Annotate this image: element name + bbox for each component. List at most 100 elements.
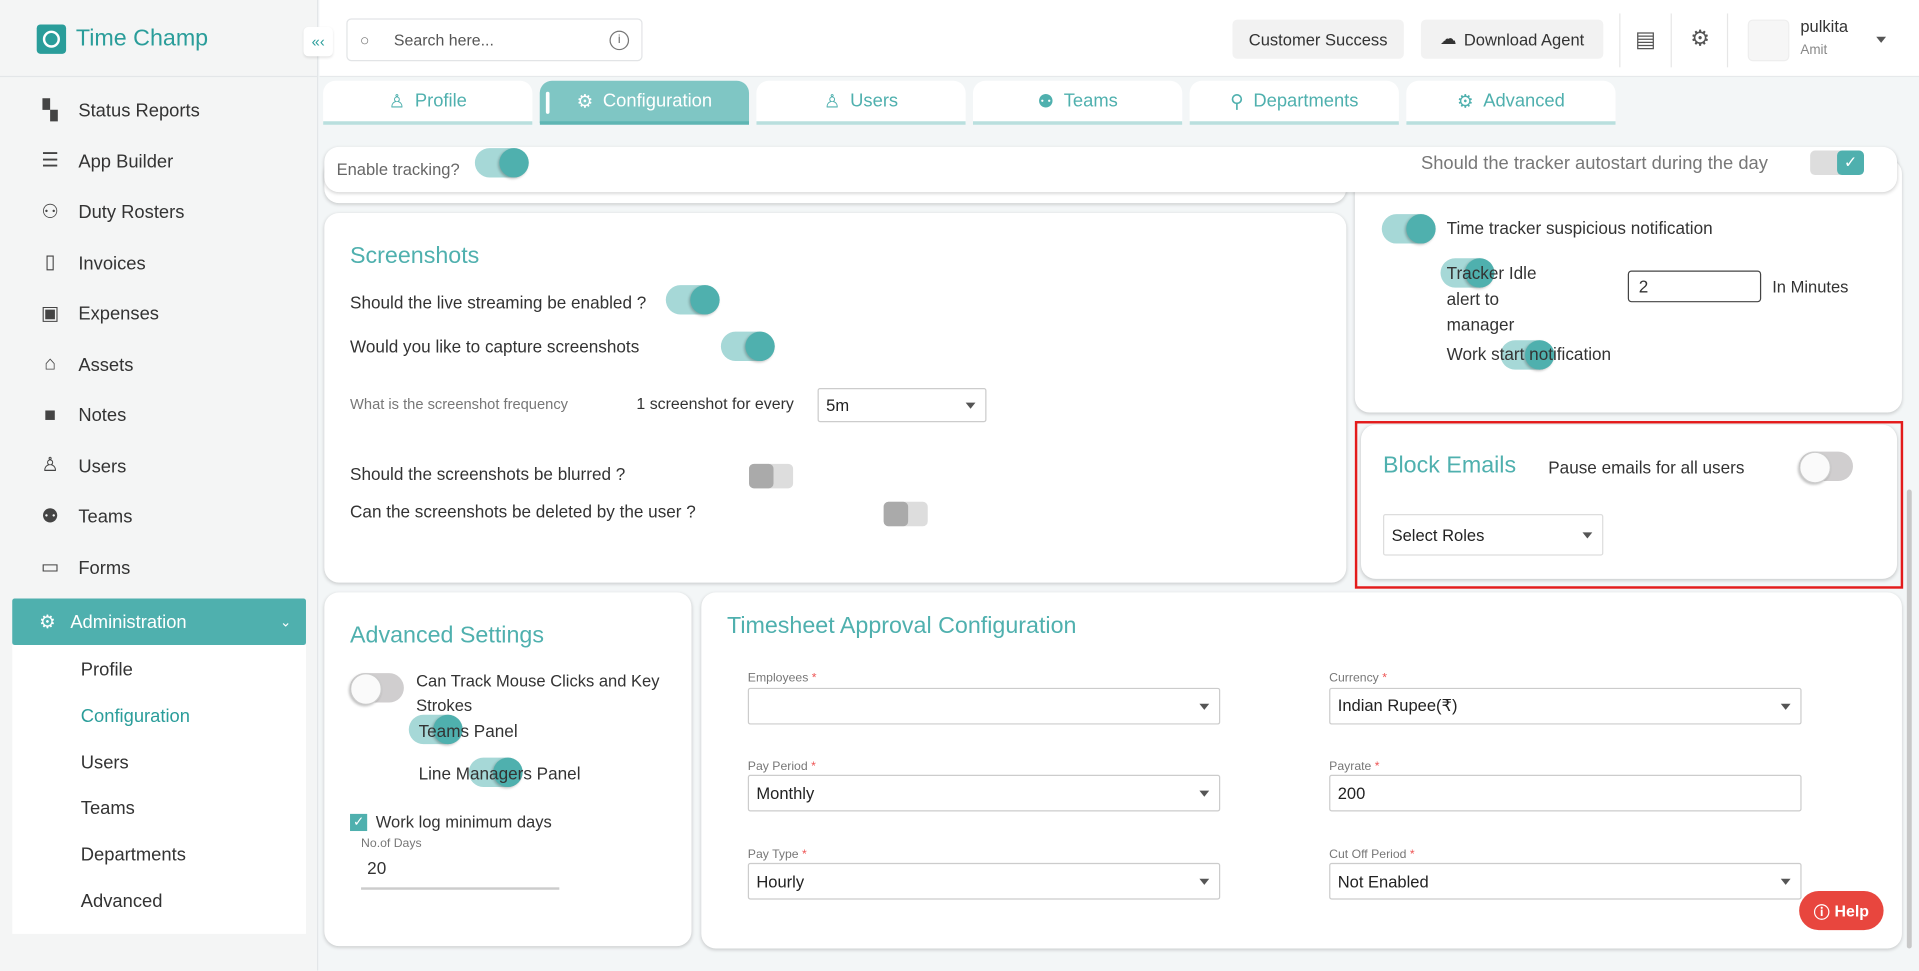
sidebar: Time Champ ▚ Status Reports ☰ App Builder … <box>0 0 319 971</box>
tab-users[interactable]: ♙ Users <box>756 80 966 125</box>
timesheet-card: Timesheet Approval Configuration Employe… <box>701 592 1902 949</box>
autostart-checkbox[interactable]: ✓ <box>1810 150 1864 176</box>
pay-period-label: Pay Period * <box>747 760 816 774</box>
blur-label: Should the screenshots be blurred ? <box>350 463 626 484</box>
sidebar-sub-teams[interactable]: Teams <box>12 786 306 832</box>
delete-toggle[interactable] <box>884 501 929 527</box>
mouse-tracking-label: Can Track Mouse Clicks and Key Strokes <box>416 671 660 715</box>
sidebar-item-label: App Builder <box>78 151 174 173</box>
sidebar-item-label: Status Reports <box>78 100 200 122</box>
help-label: Help <box>1834 901 1870 920</box>
notifications-card: Time tracker suspicious notification Tra… <box>1354 159 1902 413</box>
sidebar-item-label: Expenses <box>78 303 159 325</box>
document-icon[interactable]: ▤ <box>1635 27 1656 53</box>
tab-teams[interactable]: ⚉ Teams <box>973 80 1183 125</box>
pay-period-value: Monthly <box>756 783 815 803</box>
app-logo[interactable]: Time Champ <box>36 24 209 54</box>
capture-screenshots-toggle[interactable] <box>721 331 776 362</box>
tab-advanced[interactable]: ⚙ Advanced <box>1406 80 1616 125</box>
blur-toggle[interactable] <box>748 463 793 489</box>
user-role: Amit <box>1800 42 1828 58</box>
tab-departments[interactable]: ⚲ Departments <box>1189 80 1399 125</box>
scrollbar[interactable] <box>1906 489 1912 949</box>
tab-label: Teams <box>1063 90 1118 112</box>
receipt-icon: ☰ <box>41 150 59 172</box>
sidebar-sub-profile[interactable]: Profile <box>12 647 306 693</box>
days-input[interactable]: 20 <box>361 858 560 890</box>
check-icon: ✓ <box>1837 150 1864 176</box>
sidebar-item-duty-rosters[interactable]: ⚇ Duty Rosters <box>0 187 318 238</box>
customer-success-button[interactable]: Customer Success <box>1232 19 1404 59</box>
sidebar-item-assets[interactable]: ⌂ Assets <box>0 340 318 391</box>
help-button[interactable]: ⓘ Help <box>1799 890 1884 931</box>
mouse-tracking-toggle[interactable] <box>350 673 404 705</box>
caret-down-icon <box>1780 703 1791 710</box>
pay-type-select[interactable]: Hourly <box>747 862 1221 900</box>
button-label: Download Agent <box>1463 29 1585 49</box>
payrate-input[interactable]: 200 <box>1329 774 1802 812</box>
sidebar-item-expenses[interactable]: ▣ Expenses <box>0 289 318 340</box>
cutoff-select[interactable]: Not Enabled <box>1329 862 1802 900</box>
suspicious-notification-label: Time tracker suspicious notification <box>1446 217 1713 238</box>
idle-minutes-input[interactable]: 2 <box>1627 270 1762 303</box>
cutoff-label: Cut Off Period * <box>1329 848 1415 862</box>
live-streaming-label: Should the live streaming be enabled ? <box>350 292 647 313</box>
divider <box>1670 13 1672 68</box>
search-placeholder: Search here... <box>393 30 494 49</box>
user-menu-caret-icon[interactable] <box>1876 36 1887 43</box>
hierarchy-icon: ⚲ <box>1230 91 1244 112</box>
search-input[interactable]: ○ Search here... i <box>346 18 643 62</box>
delete-label: Can the screenshots be deleted by the us… <box>350 501 696 522</box>
caret-down-icon <box>965 402 976 409</box>
pay-period-select[interactable]: Monthly <box>747 774 1221 812</box>
advanced-settings-card: Advanced Settings Can Track Mouse Clicks… <box>324 592 692 947</box>
sidebar-sub-departments[interactable]: Departments <box>12 832 306 878</box>
capture-screenshots-label: Would you like to capture screenshots <box>350 336 640 357</box>
sidebar-item-status-reports[interactable]: ▚ Status Reports <box>0 86 318 137</box>
sidebar-sub-users[interactable]: Users <box>12 740 306 786</box>
download-agent-button[interactable]: ☁ Download Agent <box>1420 19 1604 59</box>
pay-type-label: Pay Type * <box>747 848 807 862</box>
suspicious-notification-toggle[interactable] <box>1381 214 1436 244</box>
sidebar-sub-configuration[interactable]: Configuration <box>12 694 306 740</box>
app-name: Time Champ <box>75 25 209 52</box>
days-label: No.of Days <box>361 837 422 851</box>
payrate-label: Payrate * <box>1329 760 1380 774</box>
sidebar-item-teams[interactable]: ⚉ Teams <box>0 492 318 543</box>
autostart-label: Should the tracker autostart during the … <box>1420 152 1768 174</box>
sidebar-item-users[interactable]: ♙ Users <box>0 441 318 492</box>
avatar[interactable] <box>1747 19 1790 62</box>
label-text: Pay Type <box>747 848 799 862</box>
label-text: Pay Period <box>747 760 808 774</box>
employees-select[interactable] <box>747 687 1221 725</box>
currency-select[interactable]: Indian Rupee(₹) <box>1329 687 1802 725</box>
sidebar-item-notes[interactable]: ■ Notes <box>0 390 318 441</box>
tab-profile[interactable]: ♙ Profile <box>323 80 533 125</box>
worklog-checkbox[interactable]: ✓ <box>350 813 368 832</box>
sidebar-item-forms[interactable]: ▭ Forms <box>0 543 318 594</box>
wallet-icon: ▣ <box>40 303 60 325</box>
tab-configuration[interactable]: ⚙ Configuration <box>539 80 750 125</box>
sidebar-item-label: Assets <box>78 354 134 376</box>
collapse-sidebar-button[interactable]: «‹ <box>303 26 333 57</box>
idle-unit-label: In Minutes <box>1772 277 1849 297</box>
teams-panel-label: Teams Panel <box>418 720 518 741</box>
user-name[interactable]: pulkita <box>1800 17 1848 35</box>
frequency-select[interactable]: 5m <box>817 387 987 423</box>
divider <box>0 75 319 78</box>
sidebar-item-label: Invoices <box>78 253 146 274</box>
search-icon: ○ <box>359 30 370 49</box>
sidebar-item-administration[interactable]: ⚙ Administration ⌄ <box>12 598 306 645</box>
sidebar-sub-advanced[interactable]: Advanced <box>12 878 306 924</box>
caret-down-icon <box>1780 878 1791 885</box>
enable-tracking-toggle[interactable] <box>474 148 529 178</box>
live-streaming-toggle[interactable] <box>665 285 720 315</box>
divider <box>1619 13 1621 68</box>
sidebar-item-invoices[interactable]: ▯ Invoices <box>0 238 318 289</box>
tab-label: Advanced <box>1483 90 1565 112</box>
sidebar-item-app-builder[interactable]: ☰ App Builder <box>0 136 318 187</box>
tab-label: Users <box>850 90 899 112</box>
users-icon: ♙ <box>823 91 841 112</box>
divider <box>1726 13 1729 68</box>
settings-gear-icon[interactable]: ⚙ <box>1690 26 1710 52</box>
